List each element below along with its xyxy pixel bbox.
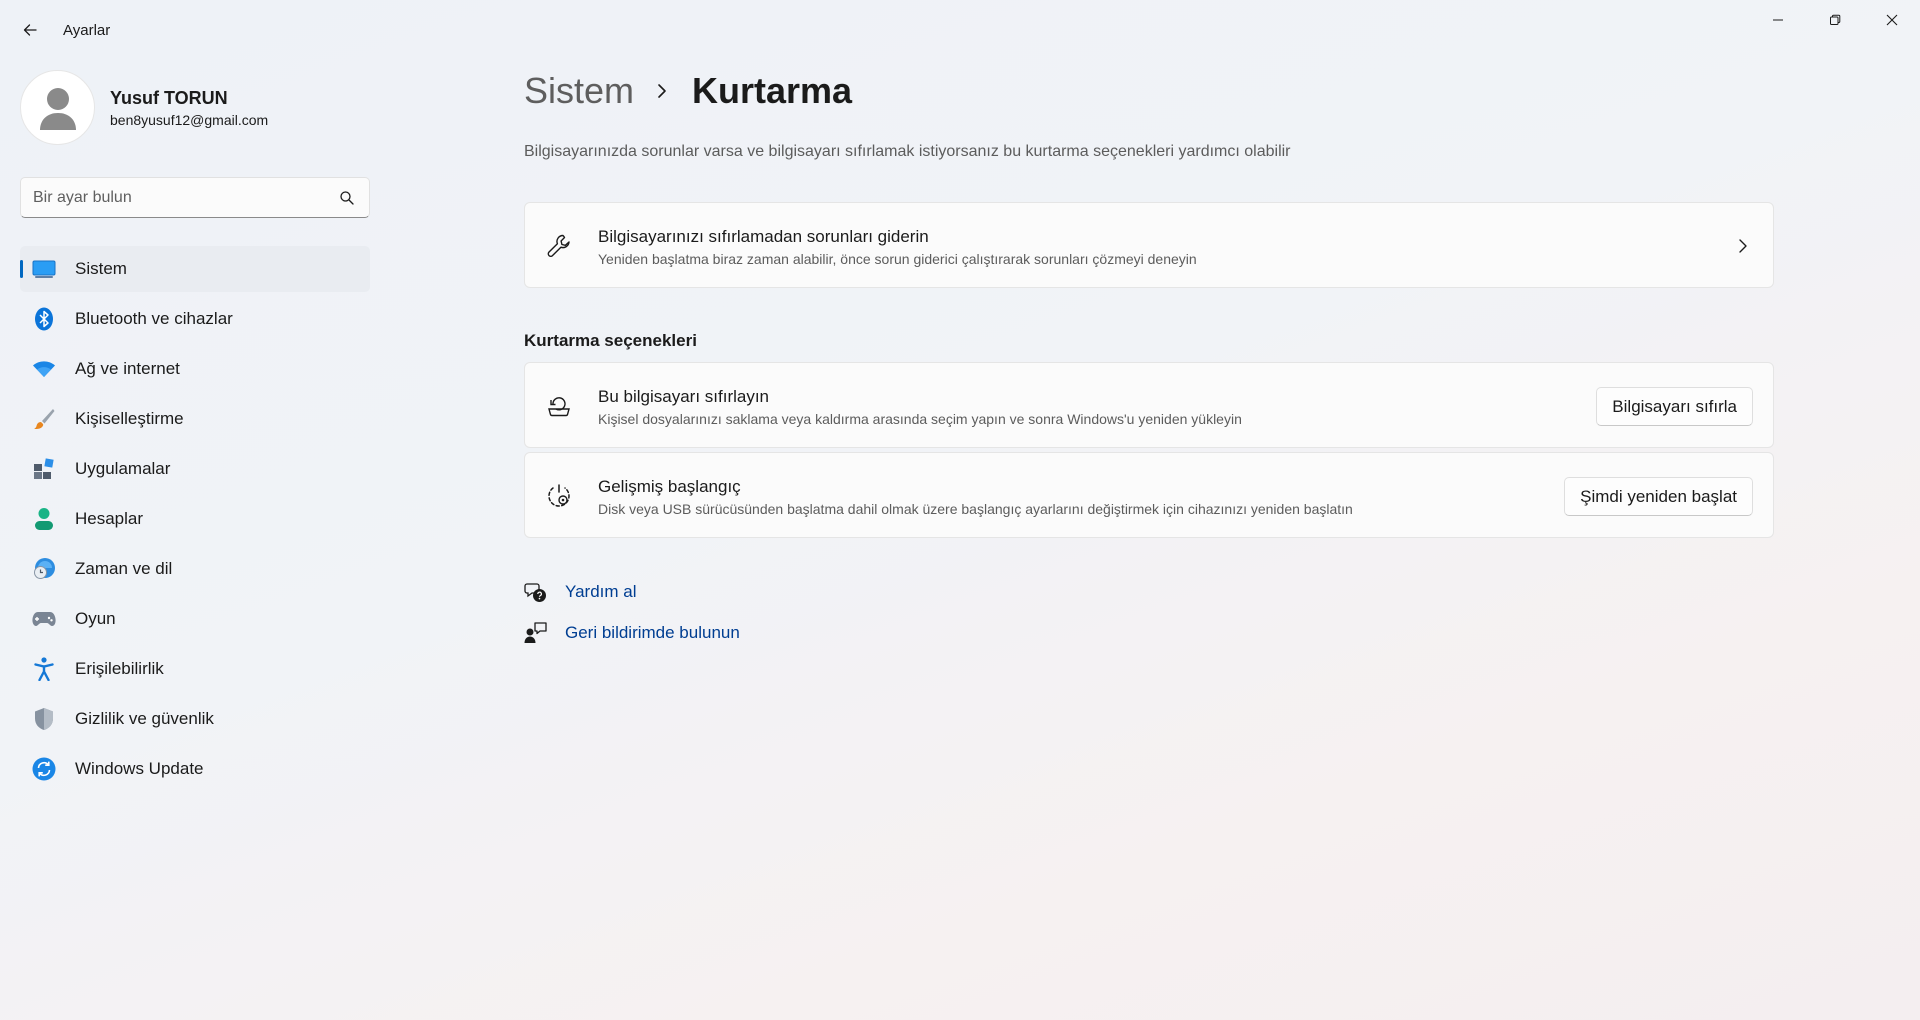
avatar xyxy=(20,70,95,145)
user-profile[interactable]: Yusuf TORUN ben8yusuf12@gmail.com xyxy=(20,70,360,146)
sidebar-item-label: Kişiselleştirme xyxy=(75,409,184,428)
apps-icon xyxy=(32,457,56,481)
advanced-startup-icon xyxy=(548,484,570,507)
user-name: Yusuf TORUN xyxy=(110,88,228,108)
close-button[interactable] xyxy=(1863,0,1920,40)
sidebar-item-time-language[interactable]: Zaman ve dil xyxy=(20,546,370,592)
help-chat-icon xyxy=(524,580,548,604)
advanced-startup-card: Gelişmiş başlangıç Disk veya USB sürücüs… xyxy=(524,452,1774,538)
chevron-right-icon xyxy=(656,81,670,101)
chevron-right-icon[interactable] xyxy=(1735,237,1751,255)
user-silhouette-icon xyxy=(39,87,76,130)
sidebar-item-label: Windows Update xyxy=(75,759,204,778)
sidebar-item-privacy[interactable]: Gizlilik ve güvenlik xyxy=(20,696,370,742)
minimize-button[interactable] xyxy=(1749,0,1806,40)
gamepad-icon xyxy=(32,607,56,631)
link-label: Yardım al xyxy=(565,582,637,601)
sidebar-item-accounts[interactable]: Hesaplar xyxy=(20,496,370,542)
card-description: Kişisel dosyalarınızı saklama veya kaldı… xyxy=(598,411,1242,427)
title-bar: Ayarlar xyxy=(0,0,1920,60)
minimize-icon xyxy=(1772,19,1783,21)
card-title: Gelişmiş başlangıç xyxy=(598,477,741,496)
wifi-icon xyxy=(32,357,56,381)
help-link[interactable]: Yardım al xyxy=(524,580,637,604)
brush-icon xyxy=(32,407,56,431)
sidebar-item-sistem[interactable]: Sistem xyxy=(20,246,370,292)
system-display-icon xyxy=(32,257,56,281)
user-email: ben8yusuf12@gmail.com xyxy=(110,112,269,128)
window-controls xyxy=(1749,0,1920,40)
sidebar-item-label: Sistem xyxy=(75,259,127,278)
sidebar-item-label: Gizlilik ve güvenlik xyxy=(75,709,214,728)
page-description: Bilgisayarınızda sorunlar varsa ve bilgi… xyxy=(524,143,1291,160)
sidebar-item-network[interactable]: Ağ ve internet xyxy=(20,346,370,392)
page-title: Kurtarma xyxy=(692,70,853,111)
app-title: Ayarlar xyxy=(63,22,111,39)
troubleshoot-card[interactable]: Bilgisayarınızı sıfırlamadan sorunları g… xyxy=(524,202,1774,288)
search-input[interactable] xyxy=(33,178,333,217)
sidebar-item-personalization[interactable]: Kişiselleştirme xyxy=(20,396,370,442)
shield-icon xyxy=(32,707,56,731)
reset-pc-button[interactable]: Bilgisayarı sıfırla xyxy=(1596,387,1753,426)
sidebar-item-bluetooth[interactable]: Bluetooth ve cihazlar xyxy=(20,296,370,342)
link-label: Geri bildirimde bulunun xyxy=(565,623,740,642)
card-title: Bu bilgisayarı sıfırlayın xyxy=(598,387,770,406)
sidebar-item-label: Erişilebilirlik xyxy=(75,659,164,678)
time-language-icon xyxy=(32,557,56,581)
card-title: Bilgisayarınızı sıfırlamadan sorunları g… xyxy=(598,227,929,246)
reset-pc-icon xyxy=(548,397,570,417)
feedback-link[interactable]: Geri bildirimde bulunun xyxy=(524,621,740,645)
sidebar-item-label: Zaman ve dil xyxy=(75,559,173,578)
feedback-icon xyxy=(524,621,548,645)
breadcrumb: Sistem Kurtarma xyxy=(524,70,852,112)
sidebar-item-label: Uygulamalar xyxy=(75,459,171,478)
settings-search xyxy=(20,177,370,218)
search-icon[interactable] xyxy=(339,190,355,206)
card-description: Yeniden başlatma biraz zaman alabilir, ö… xyxy=(598,251,1197,267)
back-arrow-icon xyxy=(23,24,37,36)
sidebar-nav: Sistem Bluetooth ve cihazlar Ağ ve inter… xyxy=(20,246,370,796)
sidebar-item-gaming[interactable]: Oyun xyxy=(20,596,370,642)
reset-pc-card: Bu bilgisayarı sıfırlayın Kişisel dosyal… xyxy=(524,362,1774,448)
sidebar-item-windows-update[interactable]: Windows Update xyxy=(20,746,370,792)
sidebar-item-label: Hesaplar xyxy=(75,509,144,528)
sidebar-item-label: Bluetooth ve cihazlar xyxy=(75,309,233,328)
sidebar-item-label: Oyun xyxy=(75,609,116,628)
close-icon xyxy=(1886,14,1897,26)
back-button[interactable] xyxy=(14,14,46,46)
wrench-icon xyxy=(547,234,570,257)
windows-update-icon xyxy=(32,757,56,781)
restart-now-button[interactable]: Şimdi yeniden başlat xyxy=(1564,477,1753,516)
section-title: Kurtarma seçenekleri xyxy=(524,331,697,350)
bluetooth-icon xyxy=(32,307,56,331)
restore-button[interactable] xyxy=(1806,0,1863,40)
breadcrumb-parent[interactable]: Sistem xyxy=(524,70,634,112)
accessibility-icon xyxy=(32,657,56,681)
account-icon xyxy=(32,507,56,531)
sidebar-item-apps[interactable]: Uygulamalar xyxy=(20,446,370,492)
sidebar-item-accessibility[interactable]: Erişilebilirlik xyxy=(20,646,370,692)
restore-icon xyxy=(1829,14,1840,25)
sidebar-item-label: Ağ ve internet xyxy=(75,359,180,378)
card-description: Disk veya USB sürücüsünden başlatma dahi… xyxy=(598,501,1353,517)
